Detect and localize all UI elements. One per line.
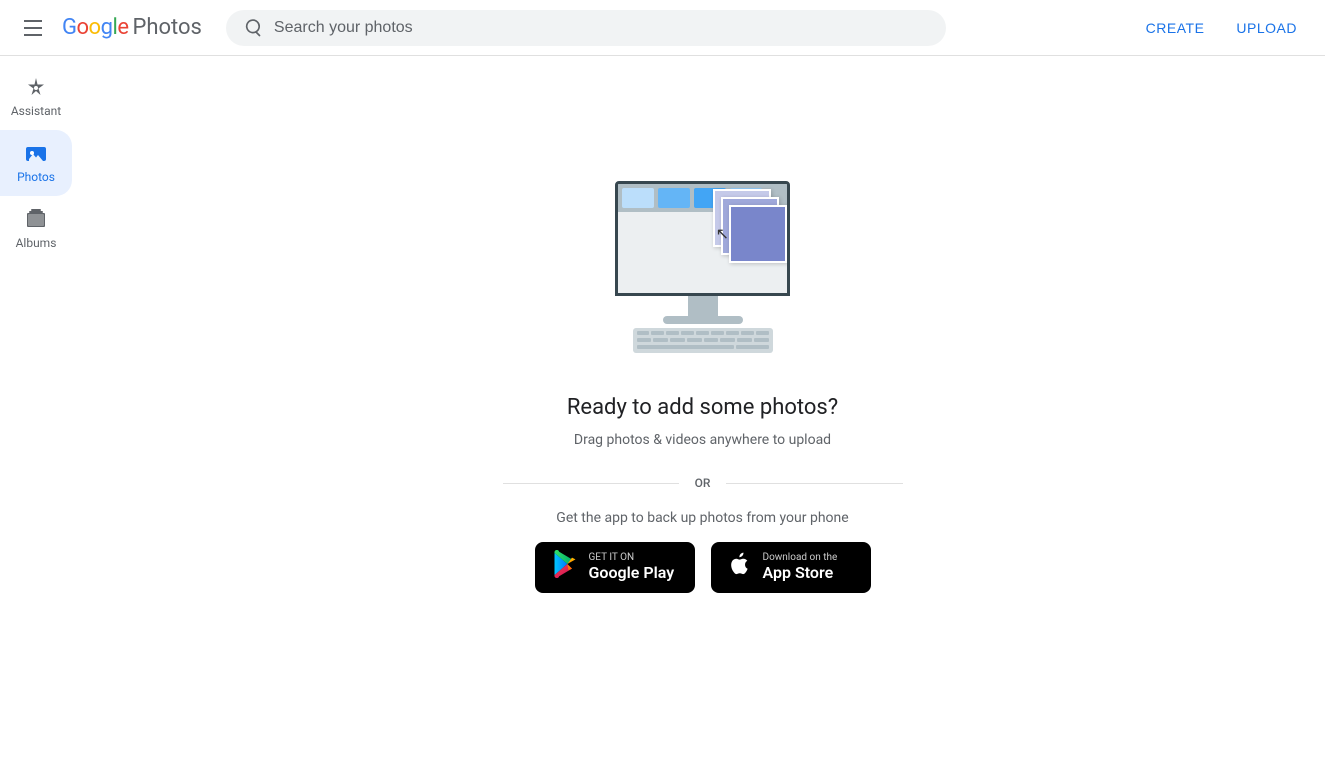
google-play-text: GET IT ON Google Play	[589, 552, 675, 582]
app-badges: GET IT ON Google Play Download on the	[535, 542, 871, 593]
header-left: Google Photos	[16, 12, 202, 44]
search-input[interactable]	[274, 19, 930, 37]
assistant-icon	[24, 76, 48, 100]
monitor-screen: ↖	[615, 181, 790, 296]
header-actions: CREATE UPLOAD	[1134, 12, 1309, 44]
empty-state-title: Ready to add some photos?	[567, 395, 838, 420]
app-download-section: Get the app to back up photos from your …	[535, 510, 871, 593]
search-icon	[242, 18, 262, 38]
apple-icon	[727, 550, 753, 585]
sidebar: Assistant Photos Albums	[0, 56, 80, 704]
upload-button[interactable]: UPLOAD	[1224, 12, 1309, 44]
app-description: Get the app to back up photos from your …	[556, 510, 848, 526]
keyboard	[633, 328, 773, 353]
search-bar	[226, 10, 946, 46]
google-wordmark: Google	[62, 15, 128, 40]
or-divider: OR	[503, 476, 903, 490]
photos-nav-icon	[24, 142, 48, 166]
or-text: OR	[695, 476, 711, 490]
google-play-icon	[551, 550, 579, 585]
empty-state: ↖	[503, 167, 903, 593]
create-button[interactable]: CREATE	[1134, 12, 1217, 44]
divider-line-left	[503, 483, 679, 484]
divider-line-right	[726, 483, 902, 484]
sidebar-item-photos-label: Photos	[17, 170, 55, 184]
google-play-badge[interactable]: GET IT ON Google Play	[535, 542, 695, 593]
sidebar-item-albums-label: Albums	[16, 236, 57, 250]
search-container	[226, 10, 946, 46]
empty-state-subtitle: Drag photos & videos anywhere to upload	[574, 432, 831, 448]
logo[interactable]: Google Photos	[62, 15, 202, 40]
upload-illustration: ↖	[603, 167, 803, 367]
app-store-badge[interactable]: Download on the App Store	[711, 542, 871, 593]
sidebar-item-assistant[interactable]: Assistant	[0, 64, 72, 130]
albums-icon	[24, 208, 48, 232]
sidebar-item-photos[interactable]: Photos	[0, 130, 72, 196]
main-content: ↖	[80, 56, 1325, 704]
photos-wordmark: Photos	[132, 15, 201, 40]
cursor-icon: ↖	[716, 224, 729, 243]
app-store-text: Download on the App Store	[763, 552, 838, 582]
menu-button[interactable]	[16, 12, 50, 44]
sidebar-item-assistant-label: Assistant	[11, 104, 61, 118]
sidebar-item-albums[interactable]: Albums	[0, 196, 72, 262]
app-header: Google Photos CREATE UPLOAD	[0, 0, 1325, 56]
